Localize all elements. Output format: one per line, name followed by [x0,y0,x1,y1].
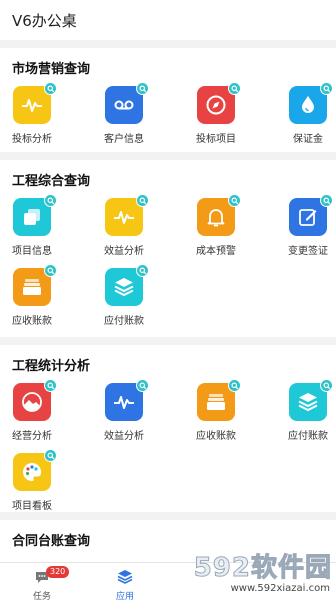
section-2: 工程综合查询项目信息 效益分析 成本预警 变更签证应收账款 应付账款 [0,160,336,337]
app-tile[interactable]: 应付账款 [94,264,154,338]
search-badge-icon [44,264,57,277]
app-tile-label: 经营分析 [12,431,52,442]
search-badge-icon [136,264,149,277]
search-badge-icon [228,82,241,95]
app-tile[interactable]: 应付账款 [278,379,336,453]
app-tile-label: 应付账款 [288,431,328,442]
search-badge-icon [320,194,333,207]
watermark: 592软件园 www.592xiazai.com [166,545,336,600]
task-count-badge: 320 [46,566,70,578]
search-badge-icon [136,82,149,95]
app-tile-label: 成本预警 [196,246,236,257]
app-tile-label: 变更签证 [288,246,328,257]
app-tile-label: 应收账款 [196,431,236,442]
app-tile-label: 应收账款 [12,316,52,327]
section-3: 工程统计分析经营分析 效益分析 应收账款 应付账款项目看板 [0,345,336,512]
app-tile[interactable]: 应收账款 [2,264,62,338]
section-title: 合同台账查询 [12,534,91,549]
search-badge-icon [320,82,333,95]
app-tile[interactable]: 投标项目 [186,82,246,156]
app-tile-label: 投标分析 [12,134,52,145]
app-tile-label: 项目看板 [12,501,52,512]
app-tile[interactable]: 效益分析 [94,194,154,268]
watermark-brand: 592软件园 [193,553,332,584]
app-tile[interactable]: 项目信息 [2,194,62,268]
search-badge-icon [320,379,333,392]
page-title: V6办公桌 [12,12,77,30]
tab-tasks-label: 任务 [32,592,51,600]
app-tile[interactable]: 成本预警 [186,194,246,268]
layers-icon [117,570,133,584]
top-bar: V6办公桌 [0,0,336,40]
tab-apps-label: 应用 [115,592,134,600]
search-badge-icon [44,82,57,95]
app-tile[interactable]: 保证金 [278,82,336,156]
app-tile[interactable]: 项目看板 [2,449,62,523]
app-tile[interactable]: 应收账款 [186,379,246,453]
tab-apps[interactable]: 应用 [95,567,155,600]
search-badge-icon [136,379,149,392]
watermark-url: www.592xiazai.com [230,583,330,594]
app-tile-label: 效益分析 [104,431,144,442]
search-badge-icon [228,194,241,207]
search-badge-icon [228,379,241,392]
section-title: 工程综合查询 [12,174,91,189]
app-tile-label: 应付账款 [104,316,144,327]
tab-tasks[interactable]: 320 任务 [12,566,72,600]
app-tile[interactable]: 投标分析 [2,82,62,156]
app-tile[interactable]: 经营分析 [2,379,62,453]
search-badge-icon [44,449,57,462]
section-1: 市场营销查询投标分析 客户信息 投标项目 保证金 [0,48,336,152]
app-tile[interactable]: 客户信息 [94,82,154,156]
app-tile-label: 投标项目 [196,134,236,145]
search-badge-icon [44,379,57,392]
section-title: 市场营销查询 [12,62,91,77]
app-tile-label: 效益分析 [104,246,144,257]
app-tile[interactable]: 变更签证 [278,194,336,268]
app-tile-label: 项目信息 [12,246,52,257]
app-tile-label: 客户信息 [104,134,144,145]
app-tile[interactable]: 效益分析 [94,379,154,453]
app-tile-label: 保证金 [293,134,323,145]
search-badge-icon [136,194,149,207]
section-title: 工程统计分析 [12,359,91,374]
search-badge-icon [44,194,57,207]
